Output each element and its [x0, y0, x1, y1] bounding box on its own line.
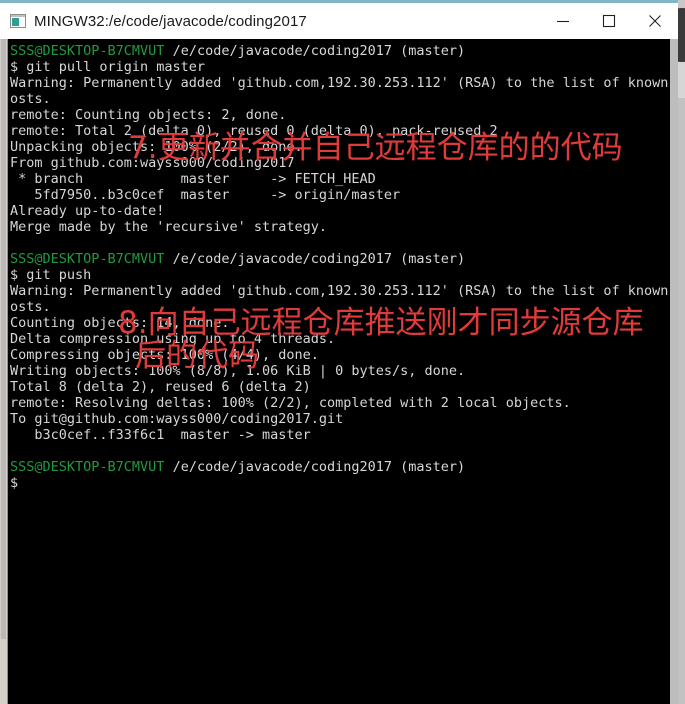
prompt-user-host: SSS@DESKTOP-B7CMVUT [10, 251, 165, 267]
terminal-output-line: osts. [10, 299, 51, 315]
terminal-output-line: Writing objects: 100% (8/8), 1.06 KiB | … [10, 363, 466, 379]
window-titlebar[interactable]: MINGW32:/e/code/javacode/coding2017 [0, 3, 678, 39]
terminal-prompt-line: SSS@DESKTOP-B7CMVUT /e/code/javacode/cod… [10, 251, 670, 267]
terminal-output-line: $ git pull origin master [10, 59, 206, 75]
prompt-user-host: SSS@DESKTOP-B7CMVUT [10, 459, 165, 475]
terminal-output-line: Already up-to-date! [10, 203, 165, 219]
terminal-output-line: remote: Counting objects: 2, done. [10, 107, 287, 123]
terminal-output-line: remote: Total 2 (delta 0), reused 0 (del… [10, 123, 498, 139]
scrollbar-thumb[interactable] [1, 39, 6, 639]
mintty-terminal-window: MINGW32:/e/code/javacode/coding2017 SSS@… [0, 0, 678, 704]
terminal-output-line: osts. [10, 91, 51, 107]
prompt-path: /e/code/javacode/coding2017 (master) [164, 459, 466, 475]
terminal-output-line: Delta compression using up to 4 threads. [10, 331, 336, 347]
terminal-output-line: * branch master -> FETCH_HEAD [10, 171, 376, 187]
terminal-output-area[interactable]: SSS@DESKTOP-B7CMVUT /e/code/javacode/cod… [0, 39, 678, 704]
minimize-button[interactable] [540, 3, 586, 39]
minimize-icon [557, 20, 569, 23]
terminal-output-line: Total 8 (delta 2), reused 6 (delta 2) [10, 379, 311, 395]
terminal-output-line: To git@github.com:wayss000/coding2017.gi… [10, 411, 344, 427]
terminal-output-line: Merge made by the 'recursive' strategy. [10, 219, 327, 235]
terminal-output-line: Counting objects: 14, done. [10, 315, 230, 331]
terminal-output-line: remote: Resolving deltas: 100% (2/2), co… [10, 395, 571, 411]
terminal-output-line: Compressing objects: 100% (4/4), done. [10, 347, 319, 363]
prompt-path: /e/code/javacode/coding2017 (master) [164, 43, 466, 59]
maximize-button[interactable] [586, 3, 632, 39]
mintty-window-icon [10, 14, 26, 28]
terminal-scrollbar[interactable] [0, 39, 8, 704]
terminal-output-line: b3c0cef..f33f6c1 master -> master [10, 427, 311, 443]
window-title: MINGW32:/e/code/javacode/coding2017 [34, 12, 307, 30]
maximize-icon [602, 14, 616, 28]
window-controls [540, 3, 678, 39]
terminal-output-line: $ [10, 475, 19, 491]
terminal-output-line: 5fd7950..b3c0cef master -> origin/master [10, 187, 401, 203]
terminal-prompt-line: SSS@DESKTOP-B7CMVUT /e/code/javacode/cod… [10, 43, 670, 59]
terminal-right-edge [670, 39, 678, 704]
close-button[interactable] [632, 3, 678, 39]
terminal-text-lines: SSS@DESKTOP-B7CMVUT /e/code/javacode/cod… [10, 43, 678, 491]
terminal-output-line: From github.com:wayss000/coding2017 [10, 155, 295, 171]
terminal-output-line: Unpacking objects: 100% (2/2), done. [10, 139, 303, 155]
terminal-output-line: Warning: Permanently added 'github.com,1… [10, 75, 678, 91]
prompt-path: /e/code/javacode/coding2017 (master) [164, 251, 466, 267]
terminal-output-line: Warning: Permanently added 'github.com,1… [10, 283, 678, 299]
terminal-output-line: $ git push [10, 267, 92, 283]
prompt-user-host: SSS@DESKTOP-B7CMVUT [10, 43, 165, 59]
terminal-prompt-line: SSS@DESKTOP-B7CMVUT /e/code/javacode/cod… [10, 459, 670, 475]
close-icon [649, 15, 661, 27]
